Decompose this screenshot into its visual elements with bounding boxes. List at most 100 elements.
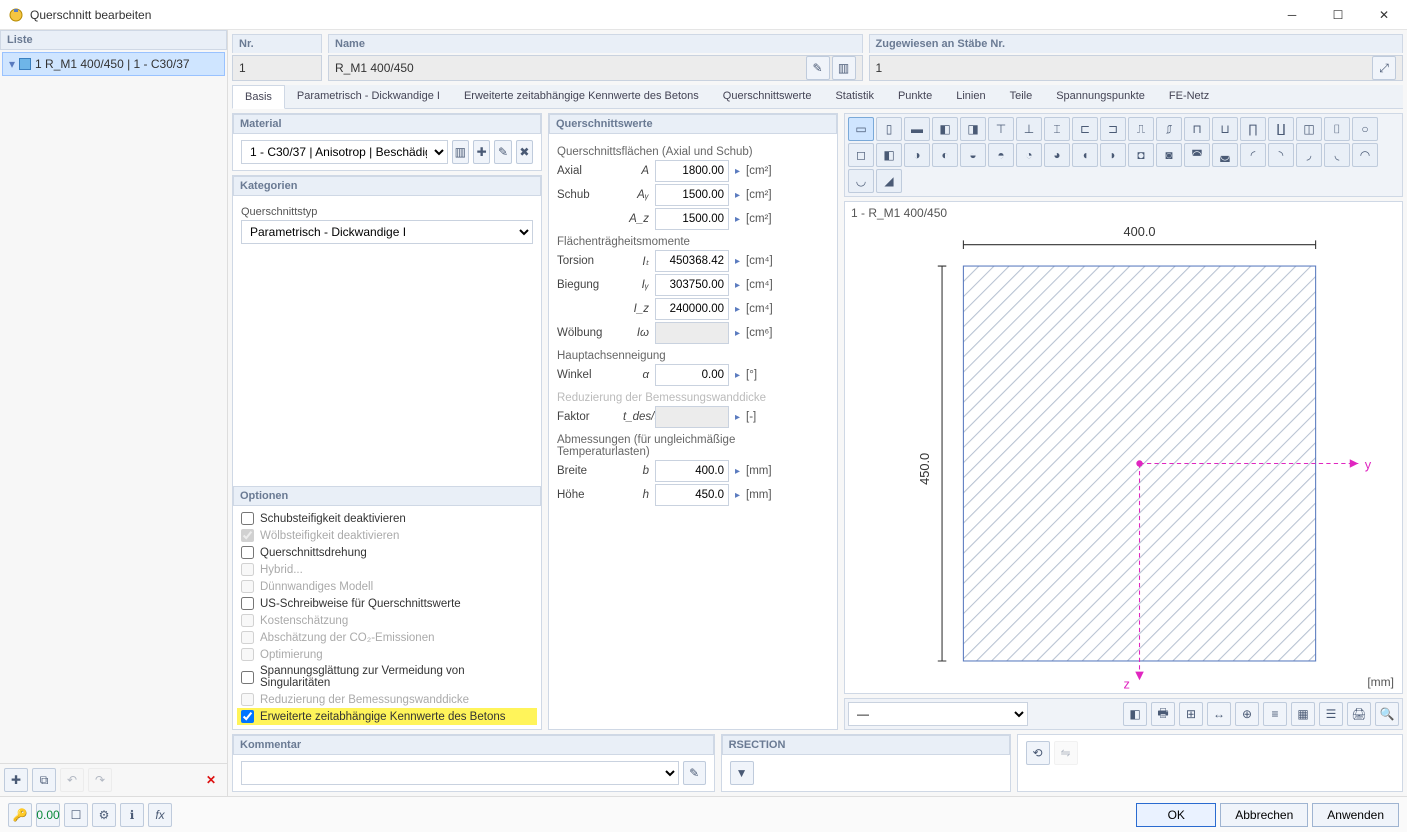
- shape-button-30[interactable]: ◙: [1156, 143, 1182, 167]
- script-button[interactable]: fx: [148, 803, 172, 827]
- shape-button-4[interactable]: ◨: [960, 117, 986, 141]
- cstype-select[interactable]: Parametrisch - Dickwandige I: [241, 220, 533, 244]
- kommentar-select[interactable]: [241, 761, 679, 785]
- stepper-icon[interactable]: ▸: [735, 280, 740, 291]
- stepper-icon[interactable]: ▸: [735, 166, 740, 177]
- shape-button-1[interactable]: ▯: [876, 117, 902, 141]
- nr-field[interactable]: 1: [232, 55, 322, 81]
- pick-members-button[interactable]: ⤢: [1372, 56, 1396, 80]
- option-erweiterte-zeitabh-ngige-kennw[interactable]: Erweiterte zeitabhängige Kennwerte des B…: [237, 708, 537, 725]
- shape-button-23[interactable]: ◒: [960, 143, 986, 167]
- view-button[interactable]: ☐: [64, 803, 88, 827]
- shape-button-24[interactable]: ◓: [988, 143, 1014, 167]
- shape-button-18[interactable]: ○: [1352, 117, 1378, 141]
- apply-button[interactable]: Anwenden: [1312, 803, 1399, 827]
- stepper-icon[interactable]: ▸: [735, 370, 740, 381]
- shape-button-12[interactable]: ⊓: [1184, 117, 1210, 141]
- shape-button-29[interactable]: ◘: [1128, 143, 1154, 167]
- option-checkbox[interactable]: [241, 546, 254, 559]
- library-button[interactable]: ▥: [832, 56, 856, 80]
- option-checkbox[interactable]: [241, 512, 254, 525]
- rsection-open-button[interactable]: ▼: [730, 761, 754, 785]
- shape-button-17[interactable]: ⌷: [1324, 117, 1350, 141]
- tab-points[interactable]: Punkte: [886, 85, 944, 108]
- shape-button-2[interactable]: ▬: [904, 117, 930, 141]
- material-delete-button[interactable]: ✖: [516, 140, 533, 164]
- shape-button-20[interactable]: ◧: [876, 143, 902, 167]
- tab-lines[interactable]: Linien: [944, 85, 997, 108]
- shape-button-11[interactable]: ⎎: [1156, 117, 1182, 141]
- shape-button-39[interactable]: ◢: [876, 169, 902, 193]
- shape-button-15[interactable]: ∐: [1268, 117, 1294, 141]
- material-new-button[interactable]: ✚: [473, 140, 490, 164]
- value-input[interactable]: [655, 184, 729, 206]
- shape-button-36[interactable]: ◟: [1324, 143, 1350, 167]
- units-button[interactable]: 0.00: [36, 803, 60, 827]
- shape-button-27[interactable]: ◖: [1072, 143, 1098, 167]
- shape-button-22[interactable]: ◐: [932, 143, 958, 167]
- shape-button-26[interactable]: ◕: [1044, 143, 1070, 167]
- shape-button-6[interactable]: ⊥: [1016, 117, 1042, 141]
- preview-centroid-button[interactable]: ⊕: [1235, 702, 1259, 726]
- option-schubsteifigkeit-deaktivieren[interactable]: Schubsteifigkeit deaktivieren: [241, 512, 533, 525]
- edit-name-button[interactable]: ✎: [806, 56, 830, 80]
- shape-button-25[interactable]: ◔: [1016, 143, 1042, 167]
- cancel-button[interactable]: Abbrechen: [1220, 803, 1308, 827]
- close-button[interactable]: ✕: [1361, 0, 1407, 30]
- material-library-button[interactable]: ▥: [452, 140, 469, 164]
- material-select[interactable]: 1 - C30/37 | Anisotrop | Beschädigung: [241, 140, 448, 164]
- preview-zoom-button[interactable]: 🔍: [1375, 702, 1399, 726]
- tab-stress[interactable]: Spannungspunkte: [1044, 85, 1157, 108]
- shape-button-37[interactable]: ◠: [1352, 143, 1378, 167]
- preview-stress-button[interactable]: ≡: [1263, 702, 1287, 726]
- tab-concrete[interactable]: Erweiterte zeitabhängige Kennwerte des B…: [452, 85, 711, 108]
- option-checkbox[interactable]: [241, 671, 254, 684]
- shape-button-33[interactable]: ◜: [1240, 143, 1266, 167]
- option-checkbox[interactable]: [241, 597, 254, 610]
- assigned-field[interactable]: 1 ⤢: [869, 55, 1404, 81]
- option-spannungsgl-ttung-zur-vermeidu[interactable]: Spannungsglättung zur Vermeidung von Sin…: [241, 665, 533, 689]
- stepper-icon[interactable]: ▸: [735, 304, 740, 315]
- shape-button-3[interactable]: ◧: [932, 117, 958, 141]
- tab-mesh[interactable]: FE-Netz: [1157, 85, 1221, 108]
- help-button[interactable]: 🔑: [8, 803, 32, 827]
- shape-button-8[interactable]: ⊏: [1072, 117, 1098, 141]
- preview-printer-button[interactable]: 🖨: [1347, 702, 1371, 726]
- shape-button-31[interactable]: ◚: [1184, 143, 1210, 167]
- name-field[interactable]: R_M1 400/450 ✎ ▥: [328, 55, 863, 81]
- shape-button-16[interactable]: ◫: [1296, 117, 1322, 141]
- tab-param[interactable]: Parametrisch - Dickwandige I: [285, 85, 452, 108]
- value-input[interactable]: [655, 274, 729, 296]
- shape-button-13[interactable]: ⊔: [1212, 117, 1238, 141]
- option-us-schreibweise-f-r-querschnit[interactable]: US-Schreibweise für Querschnittswerte: [241, 597, 533, 610]
- value-input[interactable]: [655, 250, 729, 272]
- delete-button[interactable]: ✕: [199, 768, 223, 792]
- stepper-icon[interactable]: ▸: [735, 256, 740, 267]
- shape-button-5[interactable]: ⊤: [988, 117, 1014, 141]
- preview-list-button[interactable]: ☰: [1319, 702, 1343, 726]
- preview-print-button[interactable]: 🖶: [1151, 702, 1175, 726]
- value-input[interactable]: [655, 160, 729, 182]
- tab-parts[interactable]: Teile: [998, 85, 1045, 108]
- shape-button-9[interactable]: ⊐: [1100, 117, 1126, 141]
- list-item[interactable]: ▾ 1 R_M1 400/450 | 1 - C30/37: [2, 52, 225, 76]
- section-rotate-button[interactable]: ⟲: [1026, 741, 1050, 765]
- shape-button-14[interactable]: ∏: [1240, 117, 1266, 141]
- tab-basis[interactable]: Basis: [232, 85, 285, 109]
- stepper-icon[interactable]: ▸: [735, 214, 740, 225]
- preview-grid-button[interactable]: ▦: [1291, 702, 1315, 726]
- shape-button-34[interactable]: ◝: [1268, 143, 1294, 167]
- preview-mode-select[interactable]: —: [848, 702, 1028, 726]
- maximize-button[interactable]: ☐: [1315, 0, 1361, 30]
- tab-values[interactable]: Querschnittswerte: [711, 85, 824, 108]
- value-input[interactable]: [655, 208, 729, 230]
- stepper-icon[interactable]: ▸: [735, 190, 740, 201]
- material-edit-button[interactable]: ✎: [494, 140, 511, 164]
- stepper-icon[interactable]: ▸: [735, 490, 740, 501]
- option-checkbox[interactable]: [241, 710, 254, 723]
- value-input[interactable]: [655, 364, 729, 386]
- shape-button-19[interactable]: ◻: [848, 143, 874, 167]
- new-button[interactable]: ✚: [4, 768, 28, 792]
- shape-button-28[interactable]: ◗: [1100, 143, 1126, 167]
- tab-stats[interactable]: Statistik: [823, 85, 886, 108]
